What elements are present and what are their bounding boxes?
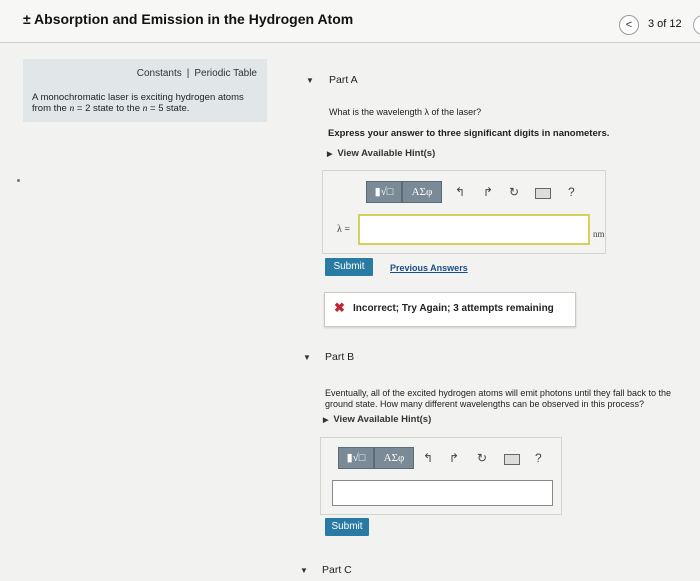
next-item-button[interactable] [693,15,700,35]
part-a-question: What is the wavelength λ of the laser? [329,107,482,117]
periodic-table-link[interactable]: Periodic Table [194,68,257,79]
part-b-hint-label: View Available Hint(s) [333,414,432,425]
templates-button[interactable]: ▮√□ [366,181,402,203]
keyboard-icon[interactable] [535,188,551,199]
keyboard-icon[interactable] [504,454,520,465]
undo-icon[interactable]: ↰ [423,451,433,465]
expand-triangle-icon: ▶ [323,417,329,424]
templates-button[interactable]: ▮√□ [338,447,374,469]
problem-info-panel: Constants | Periodic Table A monochromatic… [23,59,267,122]
part-a-answer-editor: ▮√□ ΑΣφ ↰ ↱ ↻ ? λ = nm [322,170,606,254]
part-a-answer-input[interactable] [358,214,590,245]
part-c-collapse-icon[interactable]: ▼ [300,566,308,575]
redo-icon[interactable]: ↱ [449,451,459,465]
problem-line-1: A monochromatic laser is exciting hydrog… [32,92,244,103]
reset-icon[interactable]: ↻ [477,451,487,465]
previous-item-button[interactable]: < [619,15,639,35]
expand-triangle-icon: ▶ [327,151,333,158]
problem-line-2-start: from the [32,103,70,114]
part-a-collapse-icon[interactable]: ▼ [306,76,314,85]
help-icon[interactable]: ? [535,451,542,465]
state-5-text: = 5 state. [147,103,190,114]
header-bar: ± Absorption and Emission in the Hydroge… [0,0,700,43]
part-b-question: Eventually, all of the excited hydrogen … [325,388,700,410]
chevron-left-icon: < [625,19,633,31]
reset-icon[interactable]: ↻ [509,185,519,199]
greek-symbols-button[interactable]: ΑΣφ [402,181,442,203]
part-a-hint-label: View Available Hint(s) [337,148,436,159]
part-b-hint-link[interactable]: ▶ View Available Hint(s) [323,414,431,425]
page-title: ± Absorption and Emission in the Hydroge… [23,11,354,27]
part-a-hint-link[interactable]: ▶ View Available Hint(s) [327,148,435,159]
part-b-answer-editor: ▮√□ ΑΣφ ↰ ↱ ↻ ? [320,437,562,515]
part-c-title[interactable]: Part C [322,564,352,576]
redo-icon[interactable]: ↱ [483,185,493,199]
part-b-question-line-2: ground state. How many different wavelen… [325,399,645,409]
stray-dot [17,179,20,182]
part-b-title[interactable]: Part B [325,351,354,363]
part-a-submit-button[interactable]: Submit [325,258,373,276]
error-x-icon: ✖ [334,300,345,315]
lambda-label: λ = [337,224,350,235]
constants-link[interactable]: Constants [137,68,182,79]
unit-label: nm [593,229,605,239]
part-b-submit-button[interactable]: Submit [325,518,369,536]
greek-symbols-button[interactable]: ΑΣφ [374,447,414,469]
problem-statement: A monochromatic laser is exciting hydrog… [32,92,262,115]
feedback-message: Incorrect; Try Again; 3 attempts remaini… [353,303,554,314]
link-separator: | [186,68,190,79]
part-a-title[interactable]: Part A [329,74,358,86]
part-b-question-line-1: Eventually, all of the excited hydrogen … [325,388,672,398]
state-2-text: = 2 state to the [74,103,143,114]
undo-icon[interactable]: ↰ [455,185,465,199]
page-counter: 3 of 12 [648,18,682,30]
help-icon[interactable]: ? [568,185,575,199]
feedback-box: ✖ Incorrect; Try Again; 3 attempts remai… [324,292,576,327]
part-b-collapse-icon[interactable]: ▼ [303,353,311,362]
part-a-instruction: Express your answer to three significant… [328,128,610,139]
previous-answers-link[interactable]: Previous Answers [390,263,468,273]
reference-links: Constants | Periodic Table [23,68,257,79]
part-b-answer-input[interactable] [332,480,553,506]
